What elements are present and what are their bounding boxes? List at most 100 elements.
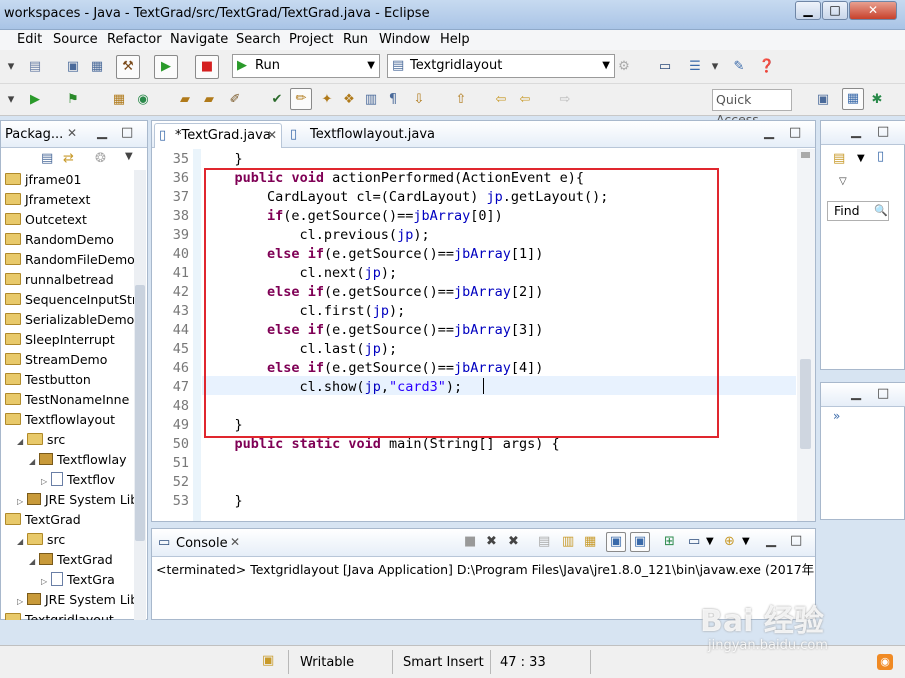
minimize-view-icon[interactable]: ▁ (97, 125, 107, 140)
new-package-icon[interactable]: ▦ (110, 91, 128, 109)
tree-item[interactable]: runnalbetread (1, 270, 135, 290)
maximize-view-icon[interactable]: □ (789, 125, 801, 140)
editor-scroll-thumb[interactable] (800, 359, 811, 449)
tree-item[interactable]: SleepInterrupt (1, 330, 135, 350)
pin-icon[interactable]: ✎ (730, 58, 748, 76)
tree-item[interactable]: ◢ src (1, 430, 135, 450)
menu-project[interactable]: Project (289, 32, 333, 47)
tree-item[interactable]: SerializableDemo (1, 310, 135, 330)
run-combo[interactable]: ▶ Run ▼ (232, 54, 380, 78)
show-on-error-icon[interactable]: ▣ (630, 532, 650, 552)
display-console-icon[interactable]: ▭ (688, 534, 700, 549)
tree-item[interactable]: Testbutton (1, 370, 135, 390)
tree-item[interactable]: StreamDemo (1, 350, 135, 370)
close-icon[interactable]: ✕ (230, 535, 240, 549)
block-select-icon[interactable]: ▥ (362, 91, 380, 109)
forward-icon[interactable]: ⇨ (556, 91, 574, 109)
annotation-icon[interactable]: ✦ (318, 91, 336, 109)
expand-toggle-icon[interactable]: ◢ (17, 532, 27, 550)
gear-icon[interactable]: ⚙ (615, 58, 633, 76)
tree-item[interactable]: RandomDemo (1, 230, 135, 250)
launch-config-combo[interactable]: ▤ Textgridlayout ▼ (387, 54, 615, 78)
tree-item[interactable]: Jframetext (1, 190, 135, 210)
next-annotation-icon[interactable]: ⇩ (410, 91, 428, 109)
expand-toggle-icon[interactable]: ▷ (41, 472, 51, 490)
tree-item[interactable]: ▷ JRE System Lib (1, 590, 135, 610)
find-input[interactable]: Find 🔍 (827, 201, 889, 221)
build-icon[interactable]: ⚒ (116, 55, 140, 79)
open-folder-icon[interactable]: ▰ (176, 91, 194, 109)
maximize-view-icon[interactable]: □ (790, 533, 802, 548)
dropdown-icon[interactable]: ▼ (742, 536, 750, 547)
maximize-view-icon[interactable]: □ (877, 386, 889, 401)
tab-textgrad-java[interactable]: ▯ *TextGrad.java ✕ (154, 123, 282, 148)
paragraph-icon[interactable]: ¶ (384, 91, 402, 109)
tree-item[interactable]: Outcetext (1, 210, 135, 230)
filter-icon[interactable]: ❂ (95, 151, 106, 166)
tree-item[interactable]: jframe01 (1, 170, 135, 190)
minimize-view-icon[interactable]: ▁ (851, 124, 861, 139)
open-perspective-icon[interactable]: ▣ (814, 91, 832, 109)
save-icon[interactable]: ▣ (64, 58, 82, 76)
code-line[interactable]: } (202, 492, 243, 511)
tree-item[interactable]: ◢ Textflowlay (1, 450, 135, 470)
highlight-icon[interactable]: ✏ (290, 88, 312, 110)
tree-item[interactable]: ▷ JRE System Lib (1, 490, 135, 510)
code-line[interactable]: } (202, 150, 243, 169)
close-icon[interactable]: ✕ (267, 128, 277, 142)
dropdown-icon[interactable]: ▾ (2, 91, 20, 109)
menu-window[interactable]: Window (379, 32, 430, 47)
search-tool-icon[interactable]: ✐ (226, 91, 244, 109)
tree-item[interactable]: SequenceInputStr (1, 290, 135, 310)
menu-navigate[interactable]: Navigate (170, 32, 228, 47)
view-menu-icon[interactable]: ▼ (125, 151, 133, 162)
tree-item[interactable]: ◢ src (1, 530, 135, 550)
expand-toggle-icon[interactable]: ▷ (41, 572, 51, 590)
save-all-icon[interactable]: ▦ (88, 58, 106, 76)
expand-toggle-icon[interactable]: ◢ (17, 432, 27, 450)
remove-all-icon[interactable]: ✖ (508, 534, 519, 549)
task-list-icon[interactable]: ▯ (877, 149, 884, 164)
maximize-view-icon[interactable]: □ (121, 125, 133, 140)
stop-icon[interactable]: ■ (195, 55, 219, 79)
display-icon[interactable]: ▭ (656, 58, 674, 76)
collapse-all-icon[interactable]: ▤ (41, 151, 53, 166)
mark-occurrences-icon[interactable]: ❖ (340, 91, 358, 109)
open-console-icon[interactable]: ⊕ (724, 534, 735, 549)
minimize-view-icon[interactable]: ▁ (766, 533, 776, 548)
expand-toggle-icon[interactable]: ◢ (29, 552, 39, 570)
menu-search[interactable]: Search (236, 32, 281, 47)
dropdown-icon[interactable]: ▼ (857, 153, 865, 164)
view-menu-icon[interactable]: ▽ (839, 176, 847, 187)
tree-item[interactable]: ◢ TextGrad (1, 550, 135, 570)
quick-access-input[interactable]: Quick Access (712, 89, 792, 127)
run-icon[interactable]: ▶ (154, 55, 178, 79)
external-tools-icon[interactable]: ⚑ (64, 91, 82, 109)
package-scroll-thumb[interactable] (135, 285, 145, 541)
menu-run[interactable]: Run (343, 32, 368, 47)
new-icon[interactable]: ▤ (26, 58, 44, 76)
minimize-button[interactable]: ▁ (795, 1, 821, 20)
open-type-icon[interactable]: ▰ (200, 91, 218, 109)
debug-icon[interactable]: ▶ (26, 91, 44, 109)
overflow-tabs-icon[interactable]: » (833, 409, 840, 423)
menu-help[interactable]: Help (440, 32, 470, 47)
console-tab[interactable]: Console (176, 536, 228, 551)
pin-console-icon[interactable]: ⊞ (664, 534, 675, 549)
new-task-icon[interactable]: ▤ (833, 151, 845, 166)
java-perspective-icon[interactable]: ▦ (842, 88, 864, 110)
menu-source[interactable]: Source (53, 32, 98, 47)
mark-icon[interactable]: ✔ (268, 91, 286, 109)
tree-item[interactable]: Textgridlayout (1, 610, 135, 620)
tree-item[interactable]: TestNonameInne (1, 390, 135, 410)
menu-edit[interactable]: Edit (17, 32, 42, 47)
tree-item[interactable]: ▷ Textflov (1, 470, 135, 490)
scroll-lock-icon[interactable]: ▥ (562, 534, 574, 549)
expand-toggle-icon[interactable]: ▷ (17, 492, 27, 510)
minimize-view-icon[interactable]: ▁ (851, 386, 861, 401)
package-scrollbar[interactable] (134, 170, 146, 620)
new-class-icon[interactable]: ◉ (134, 91, 152, 109)
dropdown-icon[interactable]: ▾ (2, 58, 20, 76)
menu-refactor[interactable]: Refactor (107, 32, 162, 47)
remove-launch-icon[interactable]: ✖ (486, 534, 497, 549)
